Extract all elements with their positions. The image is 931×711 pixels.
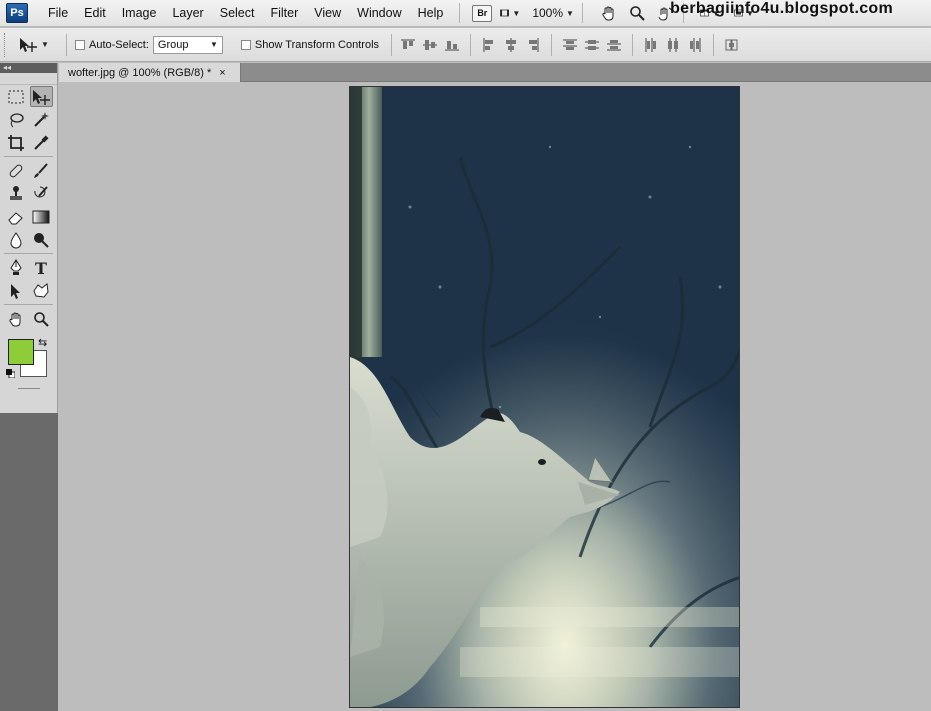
tool-row (0, 85, 57, 108)
swap-colors-icon[interactable]: ⇆ (38, 336, 47, 349)
menu-select[interactable]: Select (212, 6, 263, 20)
canvas-area[interactable] (59, 83, 931, 711)
auto-select-value: Group (157, 38, 189, 51)
hand-icon[interactable] (599, 4, 619, 22)
wolf-photo-illustration (350, 87, 739, 707)
pen-tool-icon[interactable] (4, 257, 27, 278)
zoom-icon[interactable] (627, 4, 647, 22)
custom-shape-tool-icon[interactable] (30, 280, 53, 301)
zoom-tool-icon[interactable] (30, 308, 53, 329)
menu-edit[interactable]: Edit (76, 6, 114, 20)
move-tool-icon (20, 37, 37, 52)
close-icon[interactable]: × (219, 67, 225, 79)
eyedropper-tool-icon[interactable] (30, 132, 53, 153)
watermark-text: berbagiinfo4u.blogspot.com (670, 0, 893, 17)
options-bar-grip[interactable] (4, 32, 8, 57)
tool-preset-picker[interactable]: ▼ (18, 36, 58, 54)
tool-row (0, 108, 57, 131)
menu-file[interactable]: File (40, 6, 76, 20)
photoshop-logo: Ps (6, 3, 28, 23)
svg-text:T: T (35, 259, 47, 277)
magic-wand-tool-icon[interactable] (30, 109, 53, 130)
align-top-edges-icon[interactable] (400, 37, 416, 53)
panel-dock-background (0, 413, 58, 711)
auto-select-dropdown[interactable]: Group ▼ (152, 35, 223, 54)
align-bottom-edges-icon[interactable] (444, 37, 460, 53)
auto-select-label: Auto-Select: (89, 38, 149, 51)
tool-row: T (0, 256, 57, 279)
document-tab-bar: wofter.jpg @ 100% (RGB/8) * × (59, 63, 931, 82)
document-tab-title: wofter.jpg @ 100% (RGB/8) * (68, 66, 212, 79)
tool-row (0, 279, 57, 302)
show-transform-checkbox[interactable] (240, 39, 251, 50)
zoom-level[interactable]: 100% (532, 6, 563, 20)
quick-mask-toggle[interactable] (18, 388, 40, 389)
tool-row (0, 159, 57, 182)
default-colors-icon[interactable] (6, 369, 15, 378)
menu-help[interactable]: Help (410, 6, 452, 20)
distribute-vertical-centers-icon[interactable] (584, 37, 600, 53)
marquee-tool-icon[interactable] (4, 86, 27, 107)
options-divider (713, 33, 715, 56)
crop-tool-icon[interactable] (4, 132, 27, 153)
tool-row (0, 228, 57, 251)
bridge-button[interactable]: Br (472, 4, 493, 22)
document-tab[interactable]: wofter.jpg @ 100% (RGB/8) * × (59, 63, 241, 82)
show-transform-label: Show Transform Controls (254, 38, 380, 51)
eraser-tool-icon[interactable] (4, 206, 27, 227)
tool-divider (4, 156, 53, 157)
menu-window[interactable]: Window (349, 6, 409, 20)
film-strip-icon[interactable]: ▼ (500, 4, 520, 22)
distribute-right-icon[interactable] (687, 37, 703, 53)
spot-healing-brush-icon[interactable] (4, 160, 27, 181)
foreground-color-swatch[interactable] (8, 339, 34, 365)
tool-row (0, 182, 57, 205)
tool-row (0, 205, 57, 228)
tool-row (0, 131, 57, 154)
tool-divider (4, 304, 53, 305)
tool-row (0, 307, 57, 330)
distribute-left-icon[interactable] (643, 37, 659, 53)
auto-select-checkbox[interactable] (75, 39, 85, 50)
align-horizontal-centers-icon[interactable] (503, 37, 519, 53)
options-divider (66, 33, 67, 56)
align-vertical-centers-icon[interactable] (422, 37, 438, 53)
move-tool-icon[interactable] (29, 86, 53, 107)
distribute-bottom-icon[interactable] (606, 37, 622, 53)
menu-view[interactable]: View (306, 6, 349, 20)
zoom-dropdown-icon[interactable]: ▼ (566, 9, 574, 18)
path-selection-tool-icon[interactable] (4, 280, 27, 301)
menu-filter[interactable]: Filter (262, 6, 306, 20)
gradient-tool-icon[interactable] (30, 206, 53, 227)
auto-align-layers-icon[interactable] (724, 37, 740, 53)
chevron-down-icon: ▼ (210, 40, 218, 49)
lasso-tool-icon[interactable] (4, 109, 27, 130)
align-buttons (400, 33, 740, 56)
hand-tool-icon[interactable] (4, 308, 27, 329)
blur-tool-icon[interactable] (4, 229, 27, 250)
menubar-divider (581, 3, 583, 23)
clone-stamp-tool-icon[interactable] (4, 183, 27, 204)
tools-panel-grip[interactable] (0, 73, 57, 85)
type-tool-icon[interactable]: T (30, 257, 53, 278)
options-bar: ▼ Auto-Select: Group ▼ Show Transform Co… (0, 28, 931, 62)
options-divider (551, 33, 553, 56)
align-left-edges-icon[interactable] (481, 37, 497, 53)
menu-layer[interactable]: Layer (164, 6, 211, 20)
history-brush-tool-icon[interactable] (30, 183, 53, 204)
options-divider (391, 33, 393, 56)
dodge-tool-icon[interactable] (30, 229, 53, 250)
options-divider (632, 33, 634, 56)
distribute-top-icon[interactable] (562, 37, 578, 53)
brush-tool-icon[interactable] (30, 160, 53, 181)
document-image[interactable] (349, 86, 740, 708)
menubar-divider (459, 3, 461, 23)
tools-collapse-button[interactable]: ◂◂ (0, 63, 57, 73)
options-divider (470, 33, 472, 56)
menu-image[interactable]: Image (114, 6, 165, 20)
tool-divider (4, 253, 53, 254)
distribute-horizontal-centers-icon[interactable] (665, 37, 681, 53)
align-right-edges-icon[interactable] (525, 37, 541, 53)
